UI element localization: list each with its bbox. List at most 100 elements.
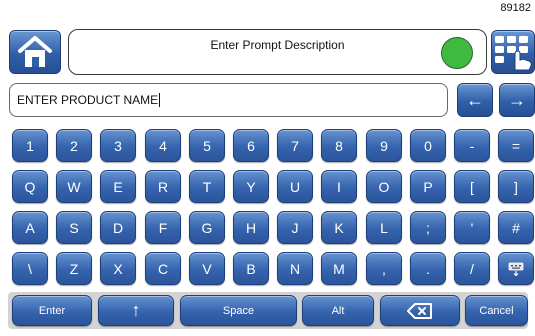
key-a[interactable]: A <box>12 211 48 244</box>
key-6[interactable]: 6 <box>233 129 269 162</box>
key-1[interactable]: 1 <box>12 129 48 162</box>
key-label: K <box>334 219 344 236</box>
alt-label: Alt <box>331 304 345 317</box>
key-2[interactable]: 2 <box>56 129 92 162</box>
key-y[interactable]: Y <box>233 170 269 203</box>
space-button[interactable]: Space <box>180 295 297 326</box>
key-3[interactable]: 3 <box>100 129 136 162</box>
key-label: I <box>337 178 341 195</box>
key-label: C <box>157 260 169 277</box>
key-comma[interactable]: , <box>366 252 402 285</box>
key-label: P <box>423 178 433 195</box>
alt-button[interactable]: Alt <box>302 295 374 326</box>
key-l[interactable]: L <box>366 211 402 244</box>
key-q[interactable]: Q <box>12 170 48 203</box>
key-e[interactable]: E <box>100 170 136 203</box>
key-label: 7 <box>291 137 299 154</box>
key-label: 3 <box>114 137 122 154</box>
key-label: H <box>245 219 257 236</box>
key-b[interactable]: B <box>233 252 269 285</box>
key-label: G <box>201 219 213 236</box>
key-t[interactable]: T <box>189 170 225 203</box>
backspace-button[interactable] <box>380 295 460 326</box>
key-label: . <box>426 260 430 277</box>
small-keyboard-button[interactable] <box>498 252 534 285</box>
key-label: \ <box>28 260 32 277</box>
key-label: 0 <box>424 137 432 154</box>
key-label: = <box>511 137 521 154</box>
key-r[interactable]: R <box>145 170 181 203</box>
space-label: Space <box>222 304 255 317</box>
key-label: , <box>382 260 386 277</box>
key-label: T <box>202 178 212 195</box>
key-p[interactable]: P <box>410 170 446 203</box>
key-label: N <box>289 260 301 277</box>
key-minus[interactable]: - <box>454 129 490 162</box>
key-w[interactable]: W <box>56 170 92 203</box>
key-period[interactable]: . <box>410 252 446 285</box>
key-c[interactable]: C <box>145 252 181 285</box>
key-f[interactable]: F <box>145 211 181 244</box>
key-9[interactable]: 9 <box>366 129 402 162</box>
key-7[interactable]: 7 <box>277 129 313 162</box>
key-o[interactable]: O <box>366 170 402 203</box>
key-8[interactable]: 8 <box>321 129 357 162</box>
shift-button[interactable]: ↑ <box>98 295 174 326</box>
key-label: U <box>289 178 301 195</box>
enter-button[interactable]: Enter <box>12 295 92 326</box>
small-keyboard-icon <box>508 262 524 276</box>
up-arrow-icon: ↑ <box>131 300 141 320</box>
key-label: 6 <box>247 137 255 154</box>
key-label: S <box>69 219 79 236</box>
key-label: B <box>246 260 256 277</box>
key-label: R <box>157 178 169 195</box>
key-label: M <box>333 260 345 277</box>
key-label: 9 <box>380 137 388 154</box>
key-h[interactable]: H <box>233 211 269 244</box>
key-v[interactable]: V <box>189 252 225 285</box>
key-label: Z <box>69 260 79 277</box>
key-backslash[interactable]: \ <box>12 252 48 285</box>
backspace-icon <box>407 302 432 319</box>
key-z[interactable]: Z <box>56 252 92 285</box>
key-j[interactable]: J <box>277 211 313 244</box>
key-apostrophe[interactable]: ' <box>454 211 490 244</box>
key-label: / <box>470 260 474 277</box>
key-x[interactable]: X <box>100 252 136 285</box>
key-5[interactable]: 5 <box>189 129 225 162</box>
key-g[interactable]: G <box>189 211 225 244</box>
key-equals[interactable]: = <box>498 129 534 162</box>
key-label: Y <box>246 178 256 195</box>
key-label: 2 <box>70 137 78 154</box>
key-label: O <box>378 178 390 195</box>
key-n[interactable]: N <box>277 252 313 285</box>
key-i[interactable]: I <box>321 170 357 203</box>
key-left-bracket[interactable]: [ <box>454 170 490 203</box>
key-4[interactable]: 4 <box>145 129 181 162</box>
key-label: [ <box>470 178 474 195</box>
key-slash[interactable]: / <box>454 252 490 285</box>
key-label: F <box>158 219 168 236</box>
key-label: X <box>113 260 123 277</box>
key-hash[interactable]: # <box>498 211 534 244</box>
key-label: J <box>291 219 299 236</box>
key-label: D <box>112 219 124 236</box>
key-label: E <box>113 178 123 195</box>
key-d[interactable]: D <box>100 211 136 244</box>
key-semicolon[interactable]: ; <box>410 211 446 244</box>
key-0[interactable]: 0 <box>410 129 446 162</box>
key-label: 1 <box>26 137 34 154</box>
key-right-bracket[interactable]: ] <box>498 170 534 203</box>
key-label: 4 <box>159 137 167 154</box>
key-label: A <box>25 219 35 236</box>
key-m[interactable]: M <box>321 252 357 285</box>
key-label: - <box>469 137 475 154</box>
key-u[interactable]: U <box>277 170 313 203</box>
key-label: ' <box>470 219 474 236</box>
key-k[interactable]: K <box>321 211 357 244</box>
key-s[interactable]: S <box>56 211 92 244</box>
cancel-button[interactable]: Cancel <box>465 295 528 326</box>
enter-label: Enter <box>38 304 66 317</box>
cancel-label: Cancel <box>479 304 514 317</box>
key-label: # <box>512 219 520 236</box>
